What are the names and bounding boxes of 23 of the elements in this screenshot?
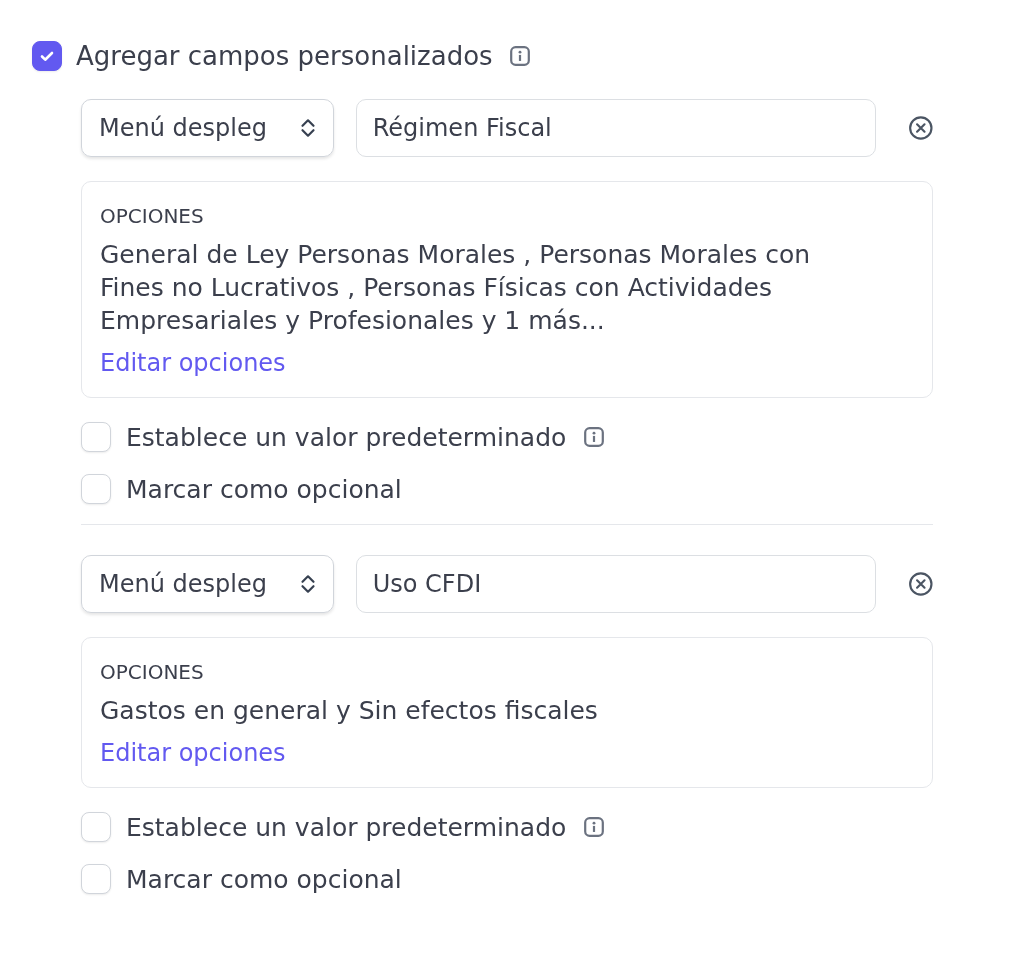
close-icon[interactable]: [908, 115, 934, 141]
options-summary: Gastos en general y Sin efectos fiscales: [100, 695, 599, 727]
checkbox-label: Marcar como opcional: [126, 864, 402, 894]
edit-options-link[interactable]: Editar opciones: [100, 349, 286, 377]
type-dropdown[interactable]: Menú despleg: [81, 555, 334, 613]
checkbox-label: Agregar campos personalizados: [76, 41, 493, 71]
info-icon: [583, 816, 606, 838]
info-icon: [583, 426, 606, 448]
options-heading: OPCIONES: [100, 204, 205, 228]
close-icon[interactable]: [908, 571, 934, 597]
field-name-input[interactable]: Régimen Fiscal: [355, 99, 877, 157]
chevron-updown-icon: [298, 117, 317, 139]
chevron-updown-icon: [298, 573, 317, 595]
type-dropdown[interactable]: Menú despleg: [81, 99, 334, 157]
checkbox-label: Establece un valor predeterminado: [126, 812, 567, 842]
info-icon: [508, 45, 531, 67]
options-heading: OPCIONES: [100, 660, 205, 684]
options-summary: General de Ley Personas Morales , Personas Morales con Fines no Lucrativos , Personas Físicas con Actividades Empresariales y Profesionales y 1 más...: [100, 239, 812, 337]
checkbox[interactable]: [32, 41, 62, 71]
checkbox-label: Marcar como opcional: [126, 474, 402, 504]
field-name-input[interactable]: Uso CFDI: [355, 555, 877, 613]
edit-options-link[interactable]: Editar opciones: [100, 739, 286, 767]
checkbox-label: Establece un valor predeterminado: [126, 422, 567, 452]
